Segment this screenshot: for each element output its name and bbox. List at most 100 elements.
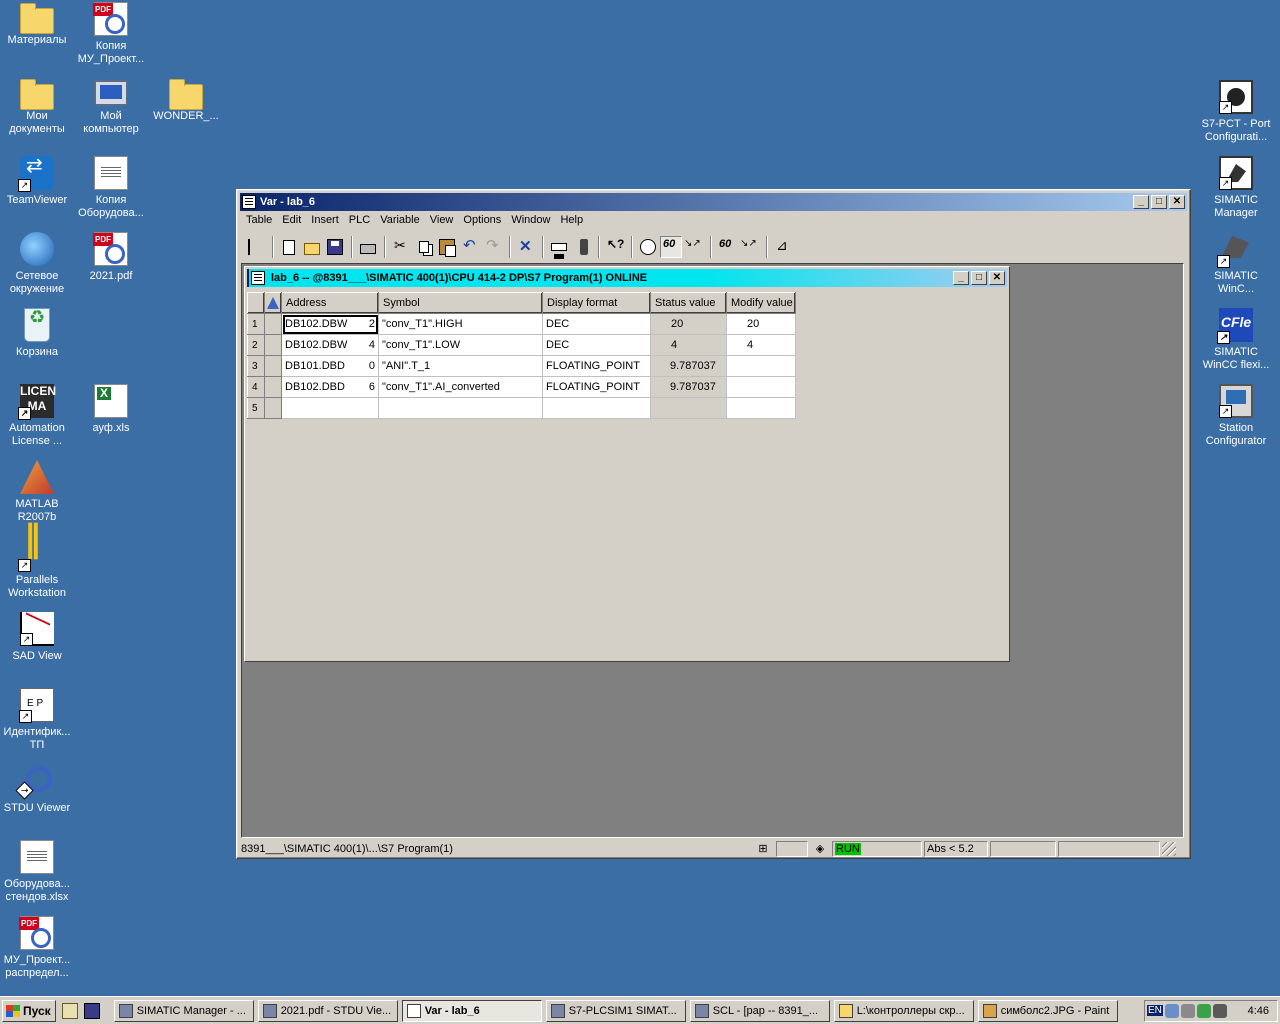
row-selector[interactable]	[264, 355, 282, 377]
table-row[interactable]: 5	[247, 397, 796, 419]
row-number[interactable]: 2	[247, 334, 265, 356]
task-s7-plcsim[interactable]: S7-PLCSIM1 SIMAT...	[545, 999, 686, 1022]
menu-window[interactable]: Window	[506, 212, 555, 230]
symbol-cell[interactable]: "conv_T1".HIGH	[378, 313, 543, 335]
update-monitor-button[interactable]	[716, 236, 738, 258]
new-button[interactable]	[278, 236, 300, 258]
clock[interactable]: 4:46	[1248, 1005, 1269, 1017]
delete-button[interactable]	[515, 236, 537, 258]
resize-grip[interactable]	[1162, 841, 1176, 856]
desktop-icon-wonder[interactable]: WONDER_...	[148, 79, 224, 123]
modify-value-cell[interactable]: 20	[726, 313, 796, 335]
desktop-icon-equipment-copy[interactable]: Копия Оборудова...	[73, 156, 149, 220]
modify-value-cell[interactable]: 4	[726, 334, 796, 356]
redo-button[interactable]	[482, 236, 504, 258]
desktop-icon-simatic-manager[interactable]: SIMATIC Manager	[1198, 156, 1274, 220]
select-all-header[interactable]	[264, 292, 282, 314]
language-indicator[interactable]: EN	[1147, 1005, 1163, 1016]
row-number[interactable]: 1	[247, 313, 265, 335]
trigger-button[interactable]	[637, 236, 659, 258]
row-number[interactable]: 5	[247, 397, 265, 419]
save-button[interactable]	[324, 236, 346, 258]
symbol-cell[interactable]	[378, 397, 543, 419]
task-var-lab6[interactable]: Var - lab_6	[401, 999, 542, 1022]
child-close-button[interactable]: ✕	[989, 271, 1005, 285]
desktop-icon-mu-copy[interactable]: Копия МУ_Проект...	[73, 2, 149, 66]
activate-modify-button[interactable]	[739, 236, 761, 258]
desktop-icon-automation-license[interactable]: Automation License ...	[0, 384, 75, 448]
menu-edit[interactable]: Edit	[277, 212, 306, 230]
desktop-icon-matlab[interactable]: MATLAB R2007b	[0, 460, 75, 524]
table-row[interactable]: 1 DB102.DBW 2 "conv_T1".HIGH DEC 20 20	[247, 313, 796, 335]
task-scl[interactable]: SCL - [pap -- 8391_...	[689, 999, 830, 1022]
start-button[interactable]: Пуск	[2, 999, 56, 1022]
task-stdu-viewer[interactable]: 2021.pdf - STDU Vie...	[257, 999, 398, 1022]
desktop-icon-my-computer[interactable]: Мой компьютер	[73, 80, 149, 136]
menu-help[interactable]: Help	[555, 212, 588, 230]
symbol-cell[interactable]: "ANI".T_1	[378, 355, 543, 377]
menu-table[interactable]: Table	[241, 212, 277, 230]
table-row[interactable]: 3 DB101.DBD 0 "ANI".T_1 FLOATING_POINT 9.…	[247, 355, 796, 377]
modify-button[interactable]	[683, 236, 705, 258]
force-button[interactable]	[772, 236, 794, 258]
tool-tray-icon[interactable]	[1212, 1003, 1227, 1018]
paste-button[interactable]	[436, 236, 458, 258]
row-selector[interactable]	[264, 397, 282, 419]
desktop-icon-station-configurator[interactable]: Station Configurator	[1198, 384, 1274, 448]
antivirus-tray-icon[interactable]	[1180, 1003, 1195, 1018]
row-selector[interactable]	[264, 376, 282, 398]
column-header-modify-value[interactable]: Modify value	[726, 292, 796, 314]
maximize-button[interactable]: □	[1151, 195, 1167, 209]
child-minimize-button[interactable]: _	[953, 271, 969, 285]
desktop-icon-network[interactable]: Сетевое окружение	[0, 232, 75, 296]
display-format-cell[interactable]: FLOATING_POINT	[542, 376, 651, 398]
open-button[interactable]	[301, 236, 323, 258]
monitor-button[interactable]	[660, 236, 682, 258]
modify-value-cell[interactable]	[726, 397, 796, 419]
accessible-nodes-button[interactable]	[548, 236, 570, 259]
display-format-cell[interactable]: DEC	[542, 334, 651, 356]
menu-view[interactable]: View	[425, 212, 459, 230]
symbol-cell[interactable]: "conv_T1".AI_converted	[378, 376, 543, 398]
desktop-icon-auf-xls[interactable]: ауф.xls	[73, 384, 149, 435]
desktop-icon-sad-view[interactable]: SAD View	[0, 612, 75, 663]
column-header-symbol[interactable]: Symbol	[378, 292, 543, 314]
window-titlebar[interactable]: Var - lab_6 _ □ ✕	[240, 193, 1187, 211]
task-simatic-manager[interactable]: SIMATIC Manager - ...	[113, 999, 254, 1022]
task-explorer-folder[interactable]: L:\контроллеры скр...	[833, 999, 974, 1022]
desktop-icon-identification[interactable]: Идентифик... ТП	[0, 688, 75, 752]
desktop-icon-mu-project[interactable]: МУ_Проект... распредел...	[0, 916, 75, 980]
child-maximize-button[interactable]: □	[971, 271, 987, 285]
desktop-icon-parallels[interactable]: Parallels Workstation	[0, 532, 75, 600]
desktop-icon-stdu-viewer[interactable]: STDU Viewer	[0, 764, 75, 815]
display-format-cell[interactable]: FLOATING_POINT	[542, 355, 651, 377]
pin-button[interactable]	[245, 236, 267, 258]
print-button[interactable]	[357, 236, 379, 258]
table-row[interactable]: 4 DB102.DBD 6 "conv_T1".AI_converted FLOA…	[247, 376, 796, 398]
display-format-cell[interactable]	[542, 397, 651, 419]
menu-plc[interactable]: PLC	[344, 212, 375, 230]
address-cell[interactable]: DB102.DBW 2	[281, 313, 379, 335]
update-tray-icon[interactable]	[1196, 1003, 1211, 1018]
close-button[interactable]: ✕	[1169, 195, 1185, 209]
quick-launch-save-icon[interactable]	[83, 1002, 100, 1019]
desktop-icon-my-documents[interactable]: Мои документы	[0, 79, 75, 136]
display-format-cell[interactable]: DEC	[542, 313, 651, 335]
address-cell[interactable]: DB101.DBD 0	[281, 355, 379, 377]
modify-value-cell[interactable]	[726, 355, 796, 377]
child-titlebar[interactable]: lab_6 -- @8391___\SIMATIC 400(1)\CPU 414…	[247, 269, 1007, 287]
desktop-icon-2021-pdf[interactable]: 2021.pdf	[73, 232, 149, 283]
copy-button[interactable]	[413, 236, 435, 258]
address-cell[interactable]	[281, 397, 379, 419]
desktop-icon-s7-pct[interactable]: S7-PCT - Port Configurati...	[1198, 80, 1274, 144]
row-selector[interactable]	[264, 313, 282, 335]
modify-value-cell[interactable]	[726, 376, 796, 398]
desktop-icon-equipment-xlsx[interactable]: Оборудова... стендов.xlsx	[0, 840, 75, 904]
desktop-icon-simatic-wincc[interactable]: SIMATIC WinC...	[1198, 232, 1274, 296]
menu-options[interactable]: Options	[458, 212, 506, 230]
menu-variable[interactable]: Variable	[375, 212, 425, 230]
cut-button[interactable]	[390, 236, 412, 258]
connect-button[interactable]	[571, 236, 593, 258]
minimize-button[interactable]: _	[1133, 195, 1149, 209]
network-tray-icon[interactable]	[1164, 1003, 1179, 1018]
